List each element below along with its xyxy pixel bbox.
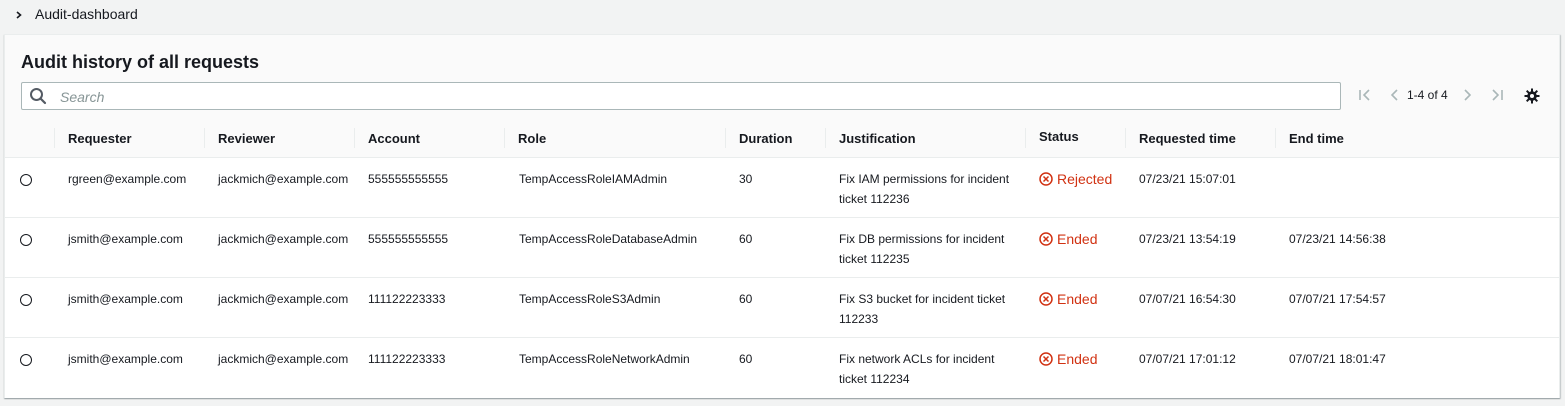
panel-header: Audit history of all requests 1-4 of 4 (5, 35, 1559, 120)
column-header-requester[interactable]: Requester (55, 119, 205, 157)
page-title: Audit history of all requests (21, 52, 260, 72)
column-header-duration[interactable]: Duration (726, 119, 826, 157)
status-label: Ended (1057, 291, 1098, 307)
reviewer-cell: jackmich@example.com (218, 292, 349, 306)
requested-time-cell: 07/23/21 13:54:19 (1139, 232, 1236, 246)
column-header-account[interactable]: Account (355, 119, 505, 157)
error-circle-icon (1039, 172, 1053, 186)
status-label: Rejected (1057, 171, 1113, 187)
account-cell: 555555555555 (368, 172, 449, 186)
previous-page-icon[interactable] (1387, 86, 1403, 104)
status-badge: Ended (1039, 289, 1097, 309)
role-cell: TempAccessRoleIAMAdmin (519, 172, 668, 186)
role-cell: TempAccessRoleDatabaseAdmin (519, 232, 698, 246)
justification-cell: Fix S3 bucket for incident ticket 112233 (839, 292, 1006, 326)
justification-cell: Fix IAM permissions for incident ticket … (839, 172, 1010, 206)
justification-cell: Fix DB permissions for incident ticket 1… (839, 232, 1005, 266)
chevron-right-icon[interactable] (14, 8, 26, 22)
error-circle-icon (1039, 352, 1053, 366)
row-select-radio[interactable] (20, 354, 32, 366)
column-header-justification[interactable]: Justification (826, 119, 1026, 157)
status-badge: Ended (1039, 229, 1097, 249)
page-indicator: 1-4 of 4 (1407, 88, 1448, 102)
status-badge: Rejected (1039, 169, 1112, 189)
error-circle-icon (1039, 232, 1053, 246)
table-row[interactable]: jsmith@example.com jackmich@example.com 55… (5, 217, 1559, 278)
requested-time-cell: 07/07/21 16:54:30 (1139, 292, 1236, 306)
role-cell: TempAccessRoleNetworkAdmin (519, 352, 690, 366)
status-label: Ended (1057, 351, 1098, 367)
pagination: 1-4 of 4 (5, 86, 1559, 106)
duration-cell: 60 (739, 352, 753, 366)
duration-cell: 60 (739, 292, 753, 306)
end-time-cell: 07/07/21 18:01:47 (1289, 352, 1386, 366)
first-page-icon[interactable] (1357, 86, 1373, 104)
table-row[interactable]: jsmith@example.com jackmich@example.com 11… (5, 337, 1559, 398)
column-header-requested-time[interactable]: Requested time (1126, 119, 1276, 157)
column-header-end-time[interactable]: End time (1276, 119, 1559, 157)
duration-cell: 60 (739, 232, 753, 246)
end-time-cell: 07/07/21 17:54:57 (1289, 292, 1386, 306)
reviewer-cell: jackmich@example.com (218, 352, 349, 366)
audit-history-panel: Audit history of all requests 1-4 of 4 (4, 34, 1560, 398)
column-header-select (5, 119, 55, 157)
duration-cell: 30 (739, 172, 753, 186)
next-page-icon[interactable] (1459, 86, 1475, 104)
requester-cell: rgreen@example.com (68, 172, 187, 186)
row-select-radio[interactable] (20, 294, 32, 306)
gear-icon[interactable] (1524, 88, 1540, 104)
breadcrumb: Audit-dashboard (0, 0, 1565, 30)
table-row[interactable]: rgreen@example.com jackmich@example.com 55… (5, 157, 1559, 218)
row-select-radio[interactable] (20, 174, 32, 186)
justification-cell: Fix network ACLs for incident ticket 112… (839, 352, 995, 386)
column-header-reviewer[interactable]: Reviewer (205, 119, 355, 157)
status-label: Ended (1057, 231, 1098, 247)
column-header-role[interactable]: Role (505, 119, 726, 157)
status-badge: Ended (1039, 349, 1097, 369)
end-time-cell: 07/23/21 14:56:38 (1289, 232, 1386, 246)
error-circle-icon (1039, 292, 1053, 306)
requested-time-cell: 07/23/21 15:07:01 (1139, 172, 1236, 186)
reviewer-cell: jackmich@example.com (218, 232, 349, 246)
requester-cell: jsmith@example.com (68, 292, 183, 306)
breadcrumb-label[interactable]: Audit-dashboard (35, 6, 138, 22)
reviewer-cell: jackmich@example.com (218, 172, 349, 186)
account-cell: 111122223333 (368, 292, 446, 306)
account-cell: 111122223333 (368, 352, 446, 366)
requester-cell: jsmith@example.com (68, 352, 183, 366)
account-cell: 555555555555 (368, 232, 449, 246)
last-page-icon[interactable] (1489, 86, 1505, 104)
table-header: Requester Reviewer Account Role Duration… (5, 119, 1559, 158)
requested-time-cell: 07/07/21 17:01:12 (1139, 352, 1236, 366)
role-cell: TempAccessRoleS3Admin (519, 292, 661, 306)
column-header-status[interactable]: Status (1026, 119, 1126, 157)
requester-cell: jsmith@example.com (68, 232, 183, 246)
row-select-radio[interactable] (20, 234, 32, 246)
table-row[interactable]: jsmith@example.com jackmich@example.com 11… (5, 277, 1559, 338)
